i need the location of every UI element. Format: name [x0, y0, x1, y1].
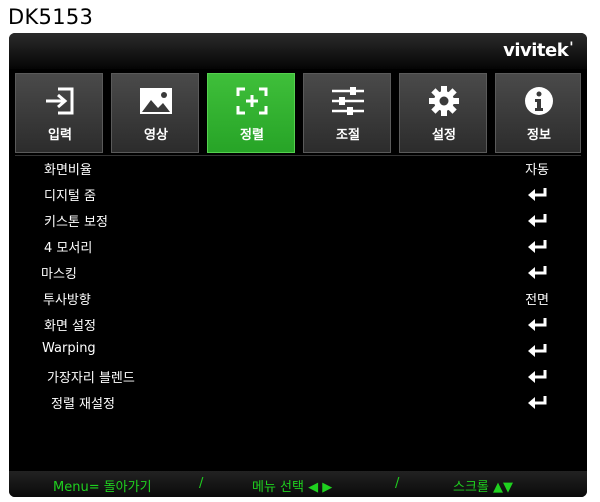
- info-icon: [496, 84, 582, 118]
- tab-information[interactable]: 정보: [495, 73, 581, 153]
- footer-menu-back: Menu= 돌아가기: [53, 480, 152, 495]
- enter-icon: [528, 370, 547, 383]
- osd-menu: vivitek' 입력 영상 정렬 조절 설정 정보 화면비율 자동 디지털 줌…: [9, 33, 587, 497]
- sliders-icon: [304, 84, 392, 118]
- menu-item-projection[interactable]: 투사방향 전면: [9, 285, 587, 311]
- top-bar: vivitek': [9, 33, 587, 69]
- tab-bar: 입력 영상 정렬 조절 설정 정보: [15, 73, 581, 153]
- gear-icon: [400, 84, 488, 118]
- tab-image[interactable]: 영상: [111, 73, 199, 153]
- model-name: DK5153: [8, 5, 94, 29]
- menu-item-digital-zoom[interactable]: 디지털 줌: [9, 181, 587, 207]
- tab-alignment[interactable]: 정렬: [207, 73, 295, 153]
- tab-control-label: 조절: [336, 128, 360, 143]
- enter-icon: [528, 318, 547, 331]
- enter-icon: [528, 396, 547, 409]
- menu-item-label: 화면 설정: [44, 319, 96, 334]
- tab-image-label: 영상: [144, 128, 168, 143]
- footer-scroll: 스크롤 ▲▼: [453, 480, 514, 495]
- enter-icon: [528, 214, 547, 227]
- enter-icon: [528, 344, 547, 357]
- menu-item-masking[interactable]: 마스킹: [9, 259, 587, 285]
- enter-icon: [528, 266, 547, 279]
- tab-settings[interactable]: 설정: [399, 73, 487, 153]
- tab-input[interactable]: 입력: [15, 73, 103, 153]
- tab-settings-label: 설정: [432, 128, 456, 143]
- alignment-icon: [208, 84, 296, 118]
- menu-item-value: 전면: [525, 293, 549, 308]
- menu-item-label: 화면비율: [44, 163, 92, 178]
- tab-alignment-label: 정렬: [240, 128, 264, 143]
- footer-separator: /: [199, 476, 204, 491]
- footer-hint-bar: Menu= 돌아가기 / 메뉴 선택 ◀ ▶ / 스크롤 ▲▼: [9, 471, 587, 497]
- menu-item-label: 마스킹: [41, 267, 77, 282]
- tab-control[interactable]: 조절: [303, 73, 391, 153]
- image-icon: [112, 84, 200, 118]
- menu-item-keystone[interactable]: 키스톤 보정: [9, 207, 587, 233]
- menu-item-four-corner[interactable]: 4 모서리: [9, 233, 587, 259]
- enter-icon: [528, 188, 547, 201]
- menu-item-edge-blend[interactable]: 가장자리 블렌드: [9, 363, 587, 389]
- input-icon: [16, 84, 104, 118]
- footer-separator: /: [395, 476, 400, 491]
- enter-icon: [528, 240, 547, 253]
- menu-item-value: 자동: [525, 163, 549, 178]
- menu-item-label: 4 모서리: [44, 241, 93, 256]
- menu-item-label: 디지털 줌: [44, 189, 96, 204]
- menu-item-label: 키스톤 보정: [44, 215, 108, 230]
- menu-item-label: 가장자리 블렌드: [47, 371, 135, 386]
- menu-item-aspect-ratio[interactable]: 화면비율 자동: [9, 155, 587, 181]
- tab-information-label: 정보: [527, 128, 551, 143]
- menu-item-alignment-reset[interactable]: 정렬 재설정: [9, 389, 587, 415]
- menu-item-label: 정렬 재설정: [51, 397, 115, 412]
- menu-item-screen-settings[interactable]: 화면 설정: [9, 311, 587, 337]
- brand-logo: vivitek': [503, 40, 573, 61]
- menu-item-label: Warping: [42, 341, 96, 356]
- brand-logo-text: vivitek: [503, 40, 569, 61]
- menu-item-label: 투사방향: [43, 293, 91, 308]
- menu-item-warping[interactable]: Warping: [9, 337, 587, 363]
- tab-input-label: 입력: [48, 128, 72, 143]
- footer-menu-select: 메뉴 선택 ◀ ▶: [252, 480, 333, 495]
